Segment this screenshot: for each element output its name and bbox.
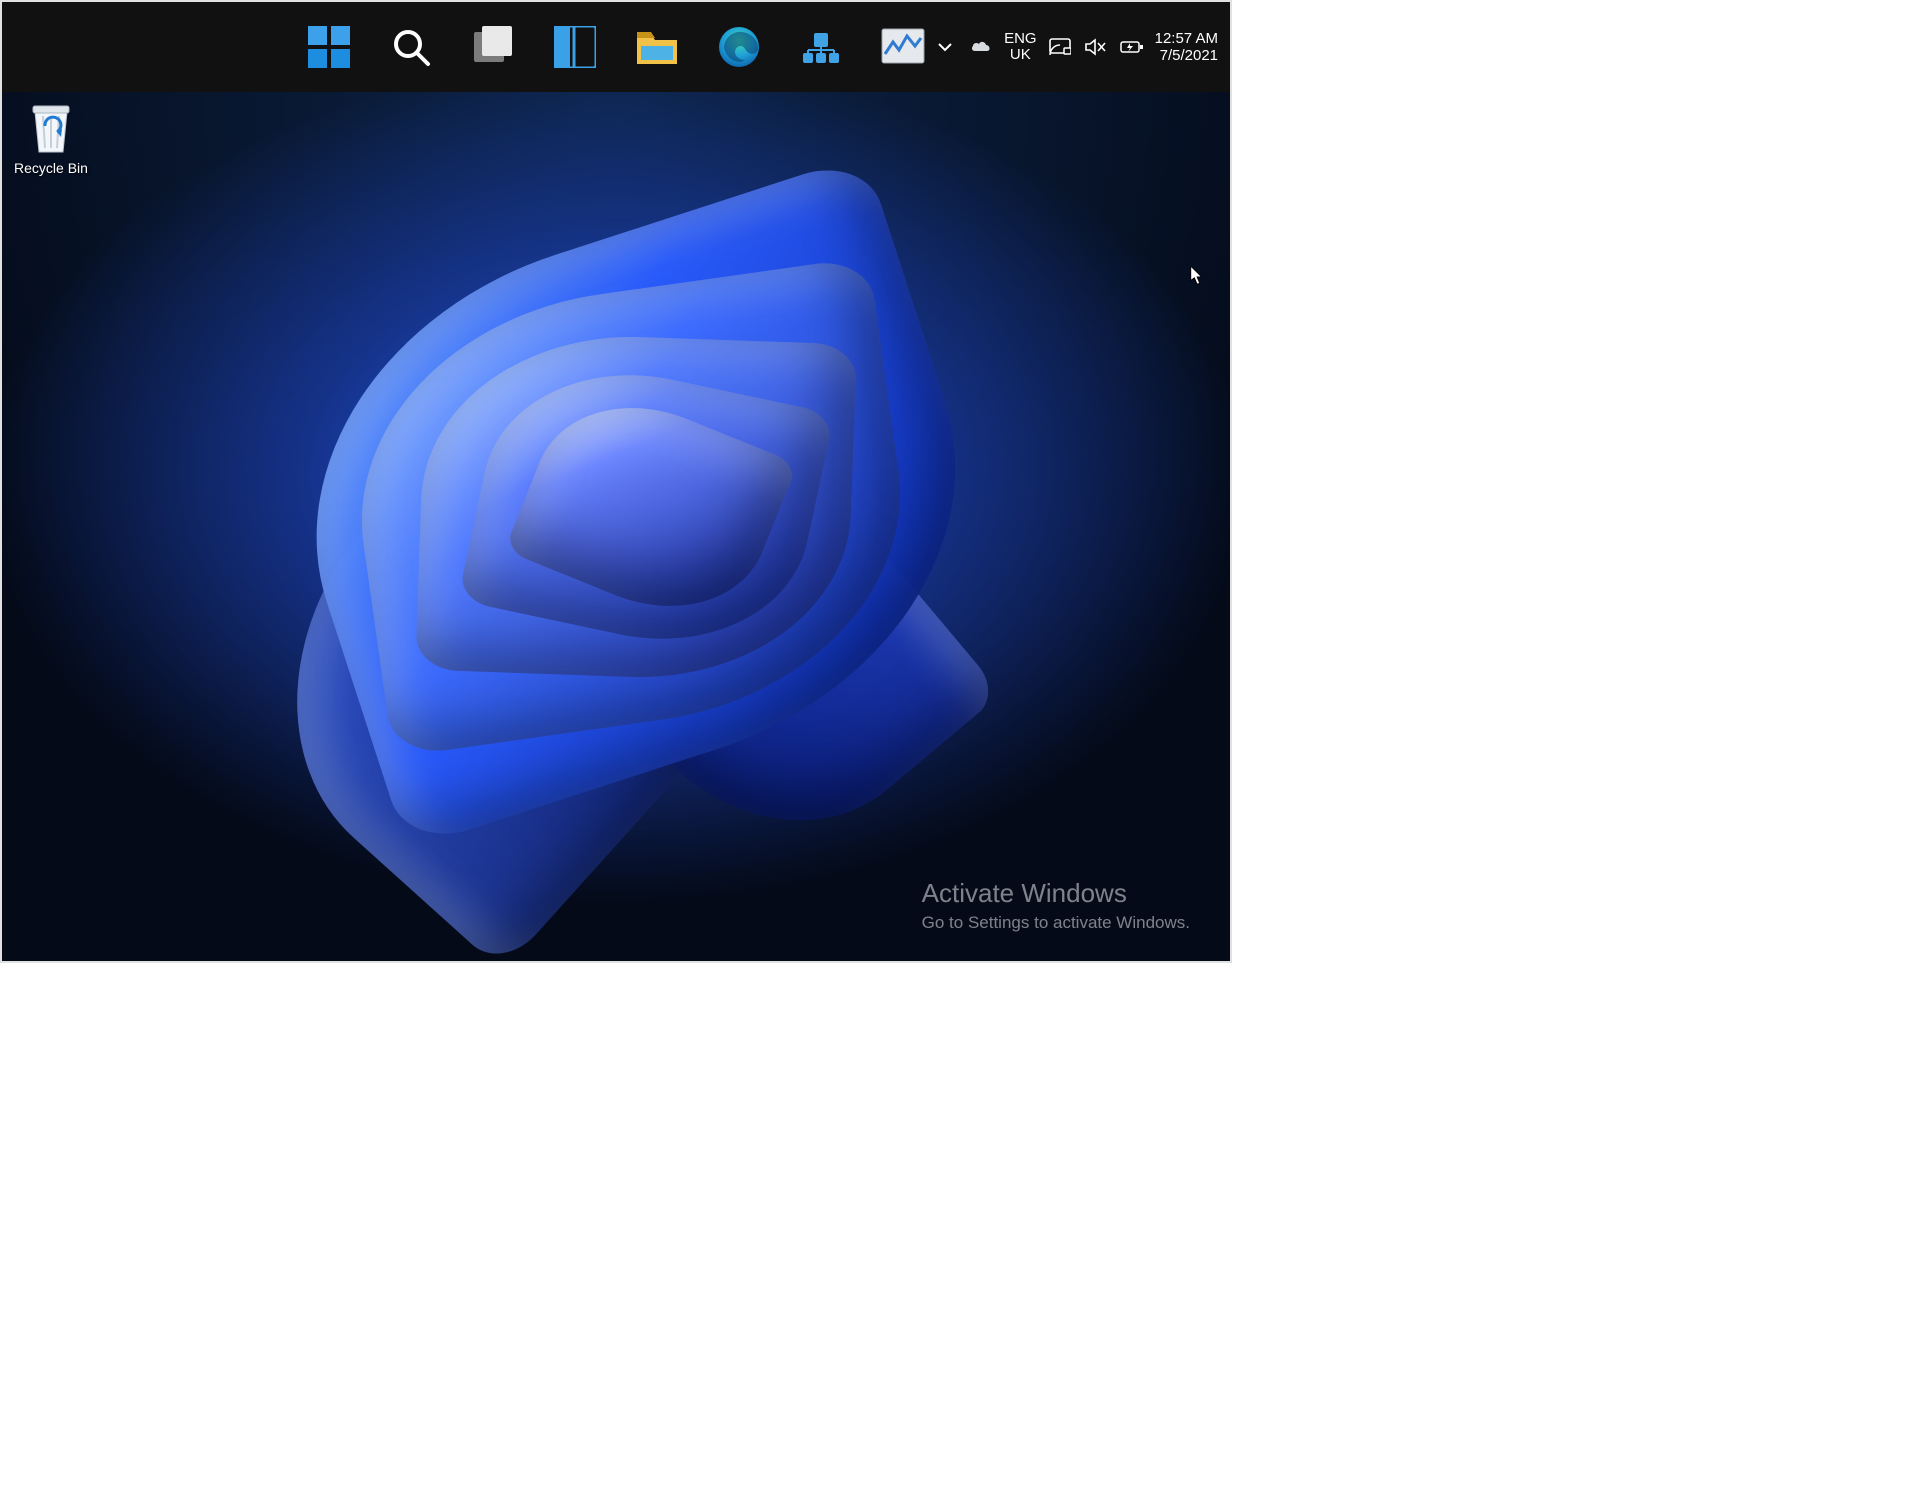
widgets-button[interactable] [553,25,597,69]
language-secondary: UK [1010,47,1031,64]
chevron-down-icon [937,39,953,55]
language-button[interactable]: ENG UK [1004,31,1037,64]
task-manager-button[interactable] [881,25,925,69]
search-button[interactable] [389,25,433,69]
battery-charging-icon [1120,40,1144,54]
clock-date: 7/5/2021 [1160,47,1218,64]
mouse-cursor-icon [1190,266,1206,286]
watermark-subtitle: Go to Settings to activate Windows. [922,913,1190,933]
cast-icon [1049,38,1071,56]
language-primary: ENG [1004,31,1037,48]
start-icon [308,26,350,68]
clock-time: 12:57 AM [1155,30,1218,47]
start-button[interactable] [307,25,351,69]
process-explorer-button[interactable] [799,25,843,69]
recycle-bin-label: Recycle Bin [14,160,88,176]
volume-muted-icon [1085,38,1107,56]
edge-icon [718,26,760,68]
taskbar-center [307,25,925,69]
battery-button[interactable] [1119,34,1145,60]
clock-button[interactable]: 12:57 AM 7/5/2021 [1155,30,1222,65]
edge-button[interactable] [717,25,761,69]
widgets-icon [554,26,596,68]
wallpaper-bloom [191,102,1041,952]
task-manager-icon [881,28,925,66]
file-explorer-button[interactable] [635,25,679,69]
task-view-button[interactable] [471,25,515,69]
recycle-bin-icon [27,102,75,154]
recycle-bin-desktop-icon[interactable]: Recycle Bin [10,102,92,176]
watermark-title: Activate Windows [922,878,1190,909]
cast-button[interactable] [1047,34,1073,60]
cloud-icon [970,39,992,55]
activation-watermark: Activate Windows Go to Settings to activ… [922,878,1190,933]
weather-button[interactable] [968,34,994,60]
system-tray: ENG UK [932,2,1222,92]
taskbar: ENG UK [2,2,1230,92]
desktop[interactable]: Recycle Bin Activate Windows Go to Setti… [2,92,1230,961]
volume-button[interactable] [1083,34,1109,60]
task-view-icon [472,26,514,68]
screen: ENG UK [0,0,1232,963]
process-explorer-icon [801,27,841,67]
tray-chevron-button[interactable] [932,34,958,60]
folder-icon [635,28,679,66]
search-icon [390,26,432,68]
